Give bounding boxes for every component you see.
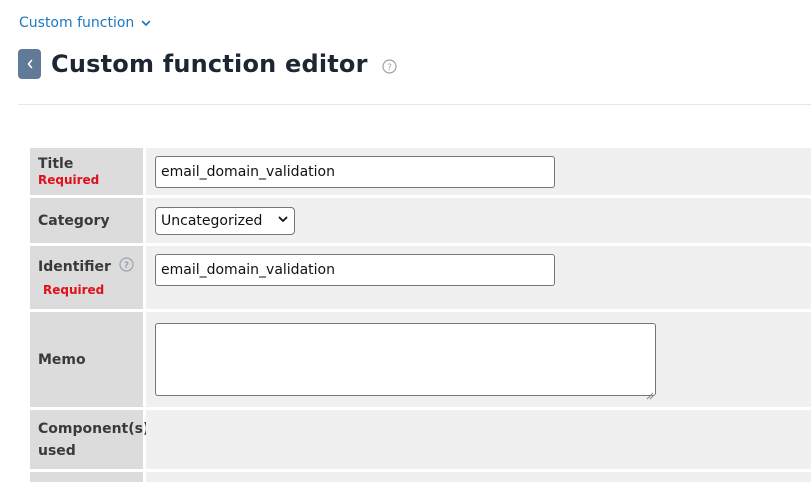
required-badge: Required	[43, 283, 105, 297]
title-input[interactable]	[155, 155, 555, 188]
page-header: Custom function editor ?	[18, 49, 397, 79]
chevron-down-icon	[140, 17, 152, 29]
identifier-input[interactable]	[155, 254, 555, 286]
function-form: Title Required Category Uncategorized Id…	[30, 148, 811, 482]
label-cell: Memo	[30, 312, 146, 407]
label-cell	[30, 472, 146, 482]
question-circle-icon[interactable]: ?	[119, 257, 134, 276]
label-cell: Component(s) used	[30, 410, 150, 469]
breadcrumb[interactable]: Custom function	[19, 15, 152, 31]
memo-label: Memo	[38, 351, 86, 368]
value-cell	[146, 312, 811, 407]
value-cell	[146, 472, 811, 482]
category-selected-value: Uncategorized	[161, 212, 263, 229]
memo-textarea[interactable]	[155, 323, 656, 400]
category-label: Category	[38, 212, 110, 229]
label-cell: Category	[30, 198, 146, 243]
breadcrumb-label: Custom function	[19, 15, 135, 31]
label-cell: Title Required	[30, 148, 146, 195]
form-row-components: Component(s) used	[30, 410, 811, 472]
form-row-memo: Memo	[30, 312, 811, 410]
value-cell	[146, 410, 811, 469]
svg-text:?: ?	[124, 261, 129, 271]
question-circle-icon[interactable]: ?	[382, 58, 397, 74]
page-title: Custom function editor	[51, 50, 368, 78]
form-row-category: Category Uncategorized	[30, 198, 811, 246]
value-cell	[146, 246, 811, 309]
form-row-next	[30, 472, 811, 482]
value-cell	[146, 148, 811, 195]
svg-text:?: ?	[387, 63, 392, 73]
form-row-title: Title Required	[30, 148, 811, 198]
title-label: Title	[38, 155, 74, 172]
value-cell: Uncategorized	[146, 198, 811, 243]
label-cell: Identifier ? Required	[30, 246, 146, 309]
identifier-label: Identifier	[38, 258, 111, 275]
back-button[interactable]	[18, 49, 41, 79]
chevron-down-icon	[277, 213, 289, 229]
chevron-left-icon	[25, 55, 35, 74]
header-divider	[18, 104, 811, 105]
resize-grip-icon[interactable]	[645, 385, 654, 400]
components-label: Component(s) used	[38, 420, 150, 459]
form-row-identifier: Identifier ? Required	[30, 246, 811, 312]
category-select[interactable]: Uncategorized	[155, 206, 295, 235]
required-badge: Required	[38, 172, 100, 187]
